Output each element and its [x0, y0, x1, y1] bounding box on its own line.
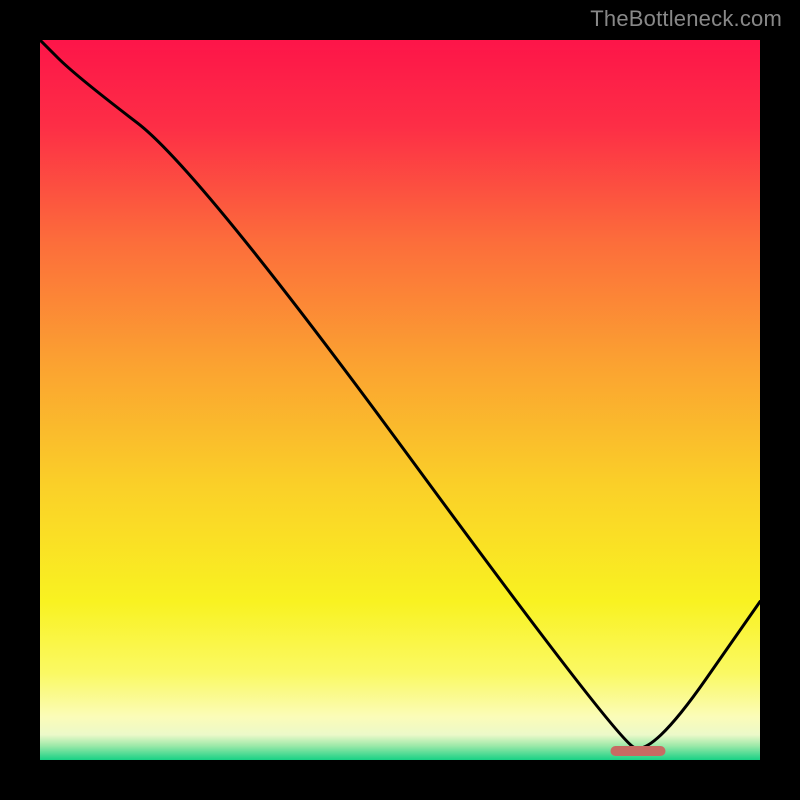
chart-background-gradient: [40, 40, 760, 760]
watermark-label: TheBottleneck.com: [590, 6, 782, 32]
chart-plot-area: [40, 40, 760, 760]
optimal-marker: [610, 746, 665, 756]
